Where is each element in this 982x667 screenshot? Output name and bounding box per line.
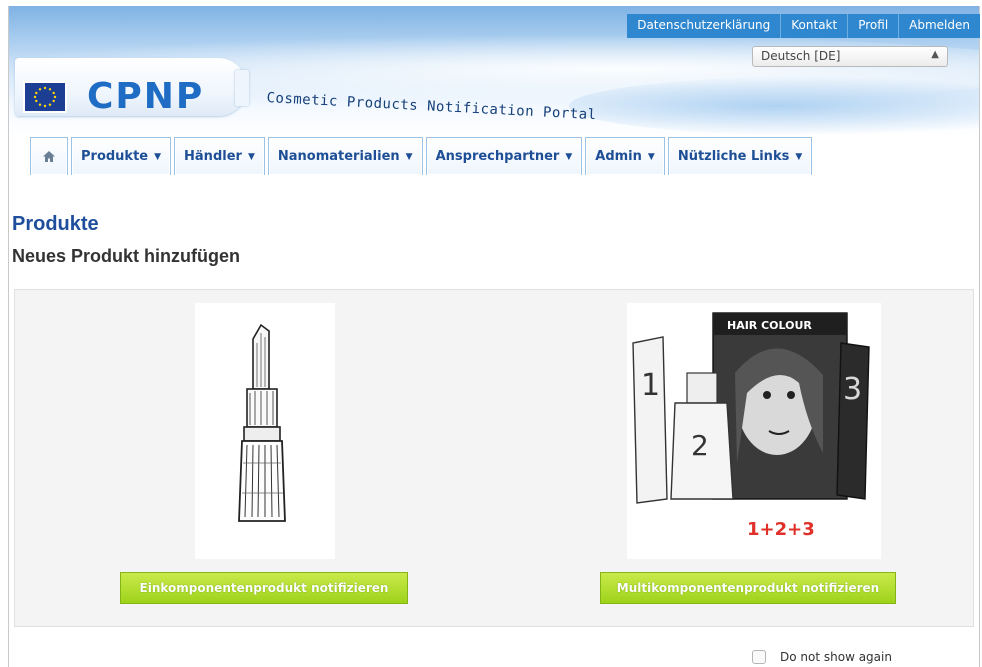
- nav-ansprechpartner-label: Ansprechpartner: [435, 149, 560, 164]
- multi-component-notify-button[interactable]: Multikomponentenprodukt notifizieren: [600, 572, 896, 604]
- nav-produkte-label: Produkte: [81, 149, 149, 164]
- cpnp-logo: CPNP: [87, 76, 205, 117]
- do-not-show-again-label: Do not show again: [780, 650, 892, 664]
- nav-haendler[interactable]: Händler ▼: [174, 137, 265, 175]
- nav-home[interactable]: [30, 137, 68, 175]
- kit-caption: 1+2+3: [747, 519, 815, 540]
- chevron-down-icon: ▼: [565, 151, 573, 162]
- top-utility-links: Datenschutzerklärung Kontakt Profil Abme…: [627, 14, 980, 38]
- contact-link[interactable]: Kontakt: [780, 14, 847, 38]
- chevron-down-icon: ▼: [247, 151, 255, 162]
- product-type-panel: 1 HAIR COLOUR 2 3 1+2+3 Einkomponentenpr…: [14, 289, 974, 627]
- logout-link[interactable]: Abmelden: [898, 14, 980, 38]
- do-not-show-again[interactable]: Do not show again: [752, 650, 892, 664]
- nav-ansprechpartner[interactable]: Ansprechpartner ▼: [425, 137, 583, 175]
- nav-produkte[interactable]: Produkte ▼: [71, 137, 172, 175]
- main-nav: Produkte ▼ Händler ▼ Nanomaterialien ▼ A…: [30, 137, 815, 175]
- single-component-notify-button[interactable]: Einkomponentenprodukt notifizieren: [120, 572, 408, 604]
- privacy-link[interactable]: Datenschutzerklärung: [627, 14, 780, 38]
- nav-nanomaterialien-label: Nanomaterialien: [277, 149, 400, 164]
- eu-flag-icon: [23, 81, 67, 113]
- nav-nuetzliche-links[interactable]: Nützliche Links ▼: [667, 137, 813, 175]
- logo-tube-cap: [235, 70, 249, 106]
- home-icon: [43, 151, 55, 162]
- chevron-down-icon: ▼: [795, 151, 803, 162]
- nav-haendler-label: Händler: [184, 149, 242, 164]
- tube-number-3: 3: [843, 372, 862, 407]
- chevron-down-icon: ▼: [154, 151, 162, 162]
- lipstick-illustration: [195, 303, 335, 559]
- chevron-down-icon: ▼: [647, 151, 655, 162]
- page-subtitle: Neues Produkt hinzufügen: [12, 246, 241, 266]
- hair-colour-kit-icon: 1 HAIR COLOUR 2 3 1+2+3: [632, 312, 870, 540]
- tube-number-1: 1: [641, 368, 660, 403]
- language-select-value: Deutsch [DE]: [761, 49, 841, 63]
- do-not-show-again-checkbox[interactable]: [752, 650, 766, 664]
- page-title: Produkte: [12, 213, 99, 235]
- nav-nuetzliche-links-label: Nützliche Links: [677, 149, 790, 164]
- select-arrows-icon: ▲︎: [931, 49, 939, 60]
- nav-admin[interactable]: Admin ▼: [585, 137, 665, 175]
- hair-colour-illustration: 1 HAIR COLOUR 2 3 1+2+3: [627, 303, 881, 559]
- box-label: HAIR COLOUR: [727, 319, 812, 332]
- lipstick-icon: [238, 323, 286, 522]
- profile-link[interactable]: Profil: [847, 14, 898, 38]
- chevron-down-icon: ▼: [405, 151, 413, 162]
- language-select[interactable]: Deutsch [DE] ▲︎: [752, 46, 948, 67]
- nav-nanomaterialien[interactable]: Nanomaterialien ▼: [267, 137, 423, 175]
- bottle-number-2: 2: [691, 429, 709, 462]
- nav-admin-label: Admin: [595, 149, 642, 164]
